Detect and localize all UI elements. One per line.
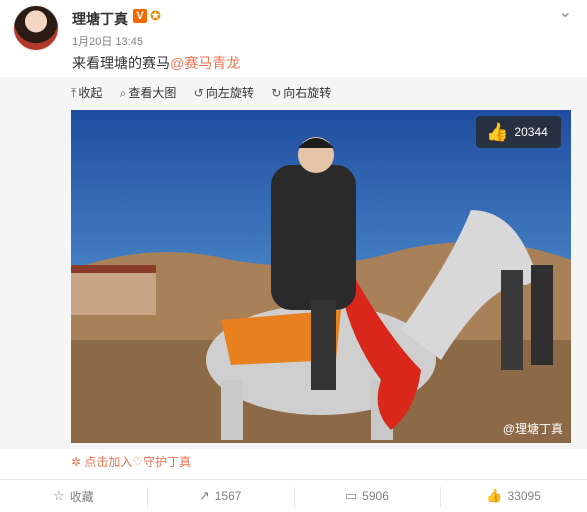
chevron-down-icon[interactable]: ⌄ (559, 2, 572, 22)
view-large-label: 查看大图 (128, 86, 177, 100)
favorite-button[interactable]: ☆ 收藏 (0, 480, 147, 512)
search-icon: ⌕ (119, 86, 127, 100)
flower-icon: ✲ (71, 455, 82, 469)
guard-link-label: 点击加入♡守护丁真 (84, 455, 192, 469)
photo-like-button[interactable]: 👍 20344 (476, 116, 561, 148)
weibo-post-card: 理塘丁真 V ✪ 1月20日 13:45 ⌄ 来看理塘的赛马@赛马青龙 ⤒ 收起 … (0, 0, 587, 512)
like-count: 33095 (507, 489, 541, 503)
repost-icon: ↗ (198, 488, 210, 503)
watermark: @理塘丁真 (502, 422, 563, 436)
rotate-right-icon: ↻ (271, 86, 282, 100)
repost-count: 1567 (214, 489, 242, 503)
mention-link[interactable]: @赛马青龙 (170, 55, 240, 71)
comment-button[interactable]: ▭ 5906 (293, 480, 441, 512)
rotate-left-button[interactable]: ↺ 向左旋转 (194, 84, 254, 101)
post-actions: ☆ 收藏 ↗ 1567 ▭ 5906 👍 33095 (0, 479, 587, 512)
view-large-button[interactable]: ⌕ 查看大图 (120, 84, 177, 101)
favorite-label: 收藏 (69, 489, 94, 504)
post-time[interactable]: 1月20日 13:45 (72, 33, 143, 49)
comment-icon: ▭ (344, 488, 358, 503)
thumb-up-icon: 👍 (486, 121, 509, 142)
rotate-left-icon: ↺ (193, 86, 204, 100)
photo-like-count: 20344 (514, 125, 548, 139)
thumb-up-icon: 👍 (486, 488, 503, 503)
post-photo[interactable]: 👍 20344 @理塘丁真 (71, 110, 571, 443)
verified-badge-icon: V (133, 9, 147, 23)
medal-icon: ✪ (150, 8, 161, 23)
collapse-button[interactable]: ⤒ 收起 (71, 84, 102, 101)
username[interactable]: 理塘丁真 (72, 9, 128, 29)
rotate-left-label: 向左旋转 (205, 86, 254, 100)
like-button[interactable]: 👍 33095 (440, 480, 587, 512)
guard-link[interactable]: ✲ 点击加入♡守护丁真 (71, 453, 191, 470)
post-text-body: 来看理塘的赛马 (72, 55, 170, 71)
rotate-right-label: 向右旋转 (283, 86, 332, 100)
avatar[interactable] (13, 5, 59, 51)
collapse-label: 收起 (78, 86, 103, 100)
photo-scene (71, 137, 571, 443)
comment-count: 5906 (362, 489, 389, 503)
repost-button[interactable]: ↗ 1567 (146, 480, 294, 512)
post-text: 来看理塘的赛马@赛马青龙 (72, 53, 240, 73)
rotate-right-button[interactable]: ↻ 向右旋转 (271, 84, 331, 101)
media-toolbar: ⤒ 收起 ⌕ 查看大图 ↺ 向左旋转 ↻ 向右旋转 (71, 84, 345, 101)
post-header: 理塘丁真 V ✪ 1月20日 13:45 ⌄ 来看理塘的赛马@赛马青龙 (0, 0, 587, 76)
collapse-icon: ⤒ (71, 86, 77, 100)
star-icon: ☆ (53, 488, 65, 503)
